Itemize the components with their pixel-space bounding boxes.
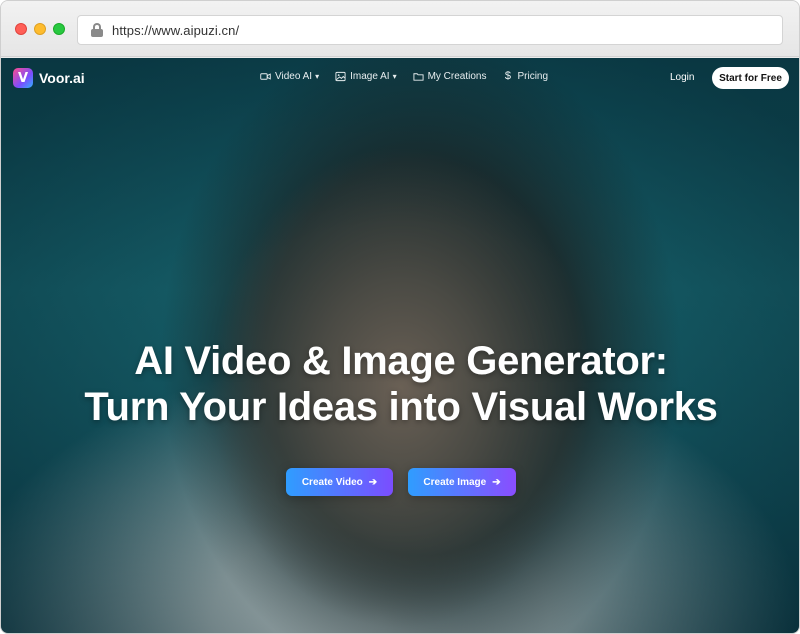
nav-item-pricing[interactable]: $ Pricing <box>502 70 549 83</box>
create-image-label: Create Image <box>423 476 487 488</box>
dollar-icon: $ <box>504 70 512 82</box>
nav-item-image-ai[interactable]: Image AI ▾ <box>335 71 397 82</box>
logo-text: Voor.ai <box>39 70 85 86</box>
close-window-button[interactable] <box>15 23 27 35</box>
browser-titlebar: https://www.aipuzi.cn/ <box>1 1 799 57</box>
chevron-down-icon: ▾ <box>315 72 320 81</box>
hero-title-line-1: AI Video & Image Generator: <box>134 339 668 383</box>
browser-window: https://www.aipuzi.cn/ V Voor.ai Video A… <box>0 0 800 634</box>
arrow-right-icon: ➔ <box>368 476 378 488</box>
folder-icon <box>413 73 424 81</box>
video-camera-icon <box>260 73 271 80</box>
nav-item-label: Video AI <box>275 71 313 82</box>
hero-title-line-2: Turn Your Ideas into Visual Works <box>84 385 718 429</box>
top-nav: V Voor.ai Video AI ▾ Image AI ▾ My Creat… <box>1 58 799 98</box>
nav-item-label: My Creations <box>427 71 487 82</box>
hero-title: AI Video & Image Generator: Turn Your Id… <box>1 338 799 430</box>
minimize-window-button[interactable] <box>34 23 46 35</box>
arrow-right-icon: ➔ <box>492 476 501 488</box>
url-text: https://www.aipuzi.cn/ <box>112 22 240 38</box>
lock-icon <box>90 23 104 37</box>
address-bar[interactable]: https://www.aipuzi.cn/ <box>77 15 783 45</box>
create-video-button[interactable]: Create Video ➔ <box>286 468 393 496</box>
image-icon <box>335 71 346 82</box>
page-viewport: V Voor.ai Video AI ▾ Image AI ▾ My Creat… <box>1 58 799 633</box>
nav-item-label: Pricing <box>517 71 549 82</box>
nav-menu: Video AI ▾ Image AI ▾ My Creations $ Pri… <box>260 71 564 82</box>
create-image-button[interactable]: Create Image ➔ <box>408 468 516 496</box>
nav-item-label: Image AI <box>350 71 390 82</box>
login-link[interactable]: Login <box>670 72 694 83</box>
chevron-down-icon: ▾ <box>392 72 397 81</box>
logo-mark-icon: V <box>13 68 33 88</box>
start-for-free-button[interactable]: Start for Free <box>712 67 789 89</box>
create-video-label: Create Video <box>301 476 363 488</box>
maximize-window-button[interactable] <box>53 23 65 35</box>
logo[interactable]: V Voor.ai <box>13 68 85 88</box>
nav-item-my-creations[interactable]: My Creations <box>413 71 487 82</box>
nav-item-video-ai[interactable]: Video AI ▾ <box>260 71 319 82</box>
